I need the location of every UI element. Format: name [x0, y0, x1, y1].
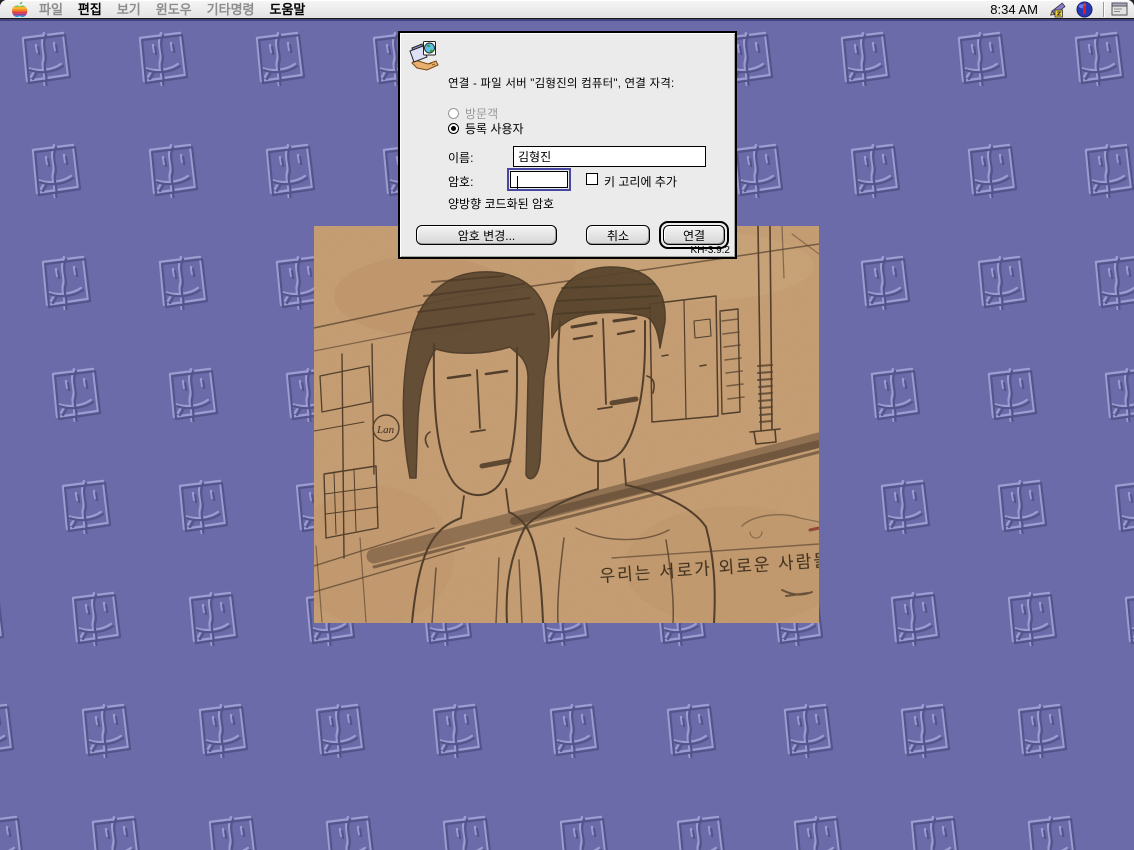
- menu-other-commands[interactable]: 기타명령: [207, 0, 255, 19]
- menu-help[interactable]: 도움말: [270, 0, 306, 19]
- encryption-note: 양방향 코드화된 암호: [448, 195, 554, 212]
- password-focus-ring: [507, 168, 571, 191]
- screen: Lan 우리는 서로가 외로운 사람들 파일 편집 보기 윈도우: [0, 0, 1134, 850]
- text-caret: [517, 176, 518, 189]
- apple-menu[interactable]: [10, 1, 29, 18]
- password-input[interactable]: [510, 171, 568, 188]
- apple-icon: [10, 1, 29, 18]
- artwork-doodle-text: Lan: [376, 424, 395, 436]
- menu-bar-clock[interactable]: 8:34 AM: [990, 0, 1038, 19]
- registered-user-radio-label: 등록 사용자: [465, 120, 524, 137]
- active-application-icon[interactable]: [1076, 1, 1093, 18]
- name-label: 이름:: [448, 149, 473, 166]
- dialog-title: 연결 - 파일 서버 "김형진의 컴퓨터", 연결 자격:: [448, 75, 734, 91]
- menu-bar: 파일 편집 보기 윈도우 기타명령 도움말 8:34 AM: [0, 0, 1134, 19]
- guest-radio[interactable]: [448, 108, 459, 119]
- menu-edit[interactable]: 편집: [78, 0, 102, 19]
- menu-bar-separator: [1103, 2, 1105, 17]
- keychain-checkbox-label: 키 고리에 추가: [604, 173, 677, 190]
- connect-dialog: 연결 - 파일 서버 "김형진의 컴퓨터", 연결 자격: 방문객 등록 사용자…: [398, 31, 737, 259]
- file-server-icon: [407, 39, 441, 73]
- name-input[interactable]: [513, 146, 706, 167]
- keychain-checkbox[interactable]: [586, 173, 598, 185]
- input-method-pencil-icon[interactable]: [1048, 1, 1068, 18]
- registered-user-radio[interactable]: [448, 123, 459, 134]
- menu-view[interactable]: 보기: [117, 0, 141, 19]
- change-password-button[interactable]: 암호 변경...: [416, 225, 557, 245]
- connect-button[interactable]: 연결: [663, 225, 725, 245]
- cancel-button[interactable]: 취소: [586, 225, 650, 245]
- application-switcher-icon[interactable]: [1111, 2, 1128, 16]
- menu-bar-right: 8:34 AM: [990, 0, 1134, 18]
- desktop-picture: Lan 우리는 서로가 외로운 사람들: [314, 226, 819, 623]
- password-label: 암호:: [448, 173, 473, 190]
- menu-window[interactable]: 윈도우: [156, 0, 192, 19]
- menu-file[interactable]: 파일: [39, 0, 63, 19]
- version-label: KH-3.9.2: [691, 245, 730, 256]
- menu-list: 파일 편집 보기 윈도우 기타명령 도움말: [39, 0, 320, 19]
